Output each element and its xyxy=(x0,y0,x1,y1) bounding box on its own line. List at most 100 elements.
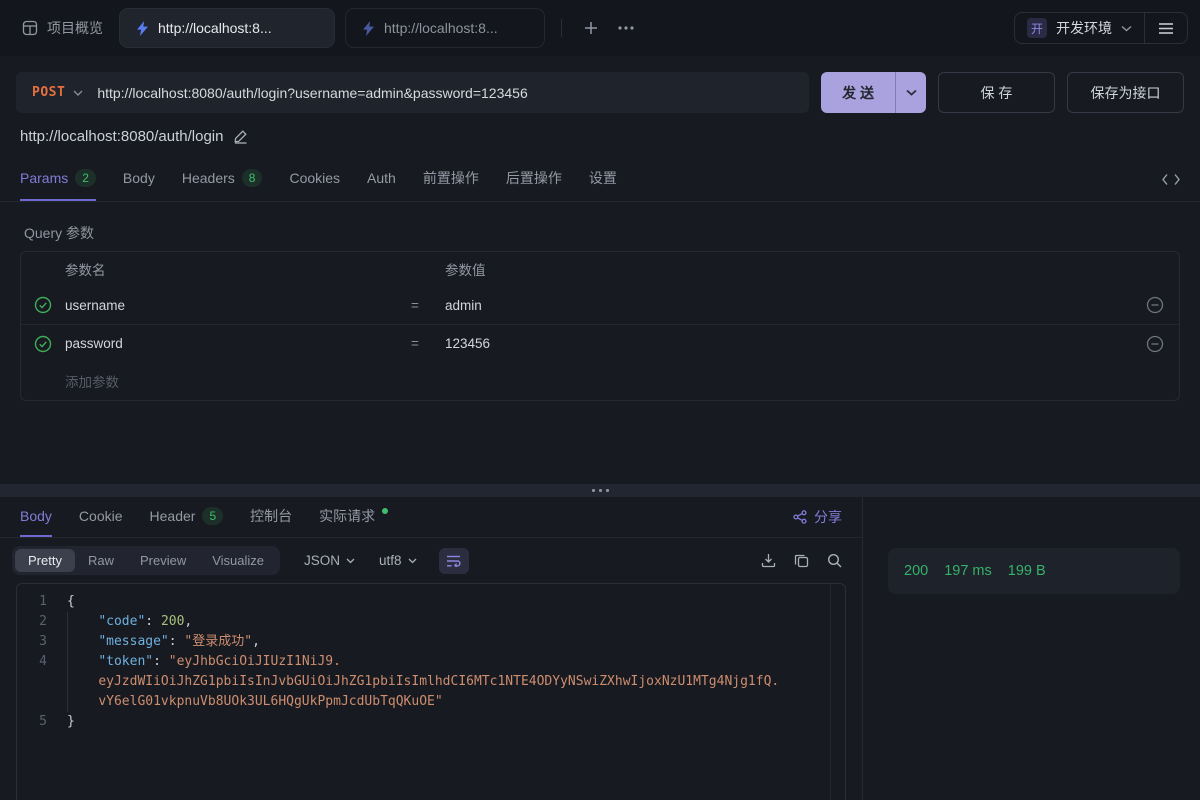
spacer xyxy=(0,401,1200,484)
format-dropdown[interactable]: JSON xyxy=(304,553,355,568)
response-tab-item[interactable]: Header 5 xyxy=(150,497,224,537)
endpoint-row: http://localhost:8080/auth/login xyxy=(20,128,1184,145)
share-button[interactable]: 分享 xyxy=(793,507,842,527)
chevron-down-icon xyxy=(73,90,83,96)
panel-splitter[interactable] xyxy=(0,484,1200,497)
endpoint-url: http://localhost:8080/auth/login xyxy=(20,128,223,145)
response-tab-item[interactable]: 控制台 xyxy=(250,497,292,537)
send-button[interactable]: 发 送 xyxy=(821,72,895,113)
param-value-field[interactable]: 123456 xyxy=(445,336,1131,351)
chevron-down-icon xyxy=(1121,25,1132,32)
response-toolbar: Pretty Raw Preview Visualize JSON utf8 xyxy=(12,546,850,575)
query-params-table: 参数名 参数值 username = admin xyxy=(20,251,1180,401)
request-tab-item[interactable]: Body xyxy=(123,157,155,201)
tab-label: Body xyxy=(20,508,52,524)
project-tab-label: 项目概览 xyxy=(47,18,103,38)
encoding-value: utf8 xyxy=(379,553,402,568)
request-tab-item[interactable]: Params 2 xyxy=(20,157,96,201)
request-tab-item[interactable]: Auth xyxy=(367,157,396,201)
search-icon[interactable] xyxy=(827,553,842,568)
request-tab-item[interactable]: Cookies xyxy=(289,157,340,201)
more-tabs-button[interactable] xyxy=(608,20,644,36)
code-lines: 1{2 "code": 200,3 "message": "登录成功",4 "t… xyxy=(17,592,845,732)
request-tab-item[interactable]: Headers 8 xyxy=(182,157,263,201)
response-tab-item[interactable]: 实际请求 xyxy=(319,497,388,537)
menu-button[interactable] xyxy=(1145,22,1187,34)
send-options-button[interactable] xyxy=(895,72,926,113)
status-dot xyxy=(382,508,388,514)
edit-pencil-icon[interactable] xyxy=(233,129,248,144)
indent-guide xyxy=(67,612,68,712)
chevron-down-icon xyxy=(408,558,417,564)
add-param-row[interactable]: 添加参数 xyxy=(21,362,1179,400)
tab-label: 控制台 xyxy=(250,506,292,526)
app-window: 项目概览 http://localhost:8... http://localh… xyxy=(0,0,1200,800)
response-tools xyxy=(761,553,850,568)
request-tab-item[interactable]: 前置操作 xyxy=(423,157,479,201)
view-mode-switch: Pretty Raw Preview Visualize xyxy=(12,546,280,575)
view-mode-option[interactable]: Preview xyxy=(127,549,199,572)
status-code: 200 xyxy=(904,563,928,579)
param-name-field[interactable]: password xyxy=(65,336,411,351)
check-circle-icon[interactable] xyxy=(34,335,52,353)
table-row: username = admin xyxy=(21,286,1179,324)
request-tab-item[interactable]: 后置操作 xyxy=(506,157,562,201)
plus-icon xyxy=(584,21,598,35)
lightning-icon xyxy=(362,21,375,36)
code-view-icon[interactable] xyxy=(1162,173,1180,186)
tab-count-badge: 2 xyxy=(75,169,96,187)
code-row: 5} xyxy=(17,712,845,732)
response-meta-pane: 200 197 ms 199 B xyxy=(862,497,1200,800)
environment-selector[interactable]: 开 开发环境 xyxy=(1015,18,1144,38)
project-grid-icon xyxy=(22,20,38,36)
wrap-text-button[interactable] xyxy=(439,548,469,574)
request-tab-label: http://localhost:8... xyxy=(158,20,272,36)
response-size: 199 B xyxy=(1008,563,1046,579)
line-number: 5 xyxy=(17,712,47,732)
tab-label: Headers xyxy=(182,170,235,186)
column-header-value: 参数值 xyxy=(445,259,1131,279)
request-tab-1[interactable]: http://localhost:8... xyxy=(119,8,335,48)
request-url-value: http://localhost:8080/auth/login?usernam… xyxy=(97,85,527,101)
project-overview-tab[interactable]: 项目概览 xyxy=(12,18,119,38)
minus-circle-icon[interactable] xyxy=(1146,335,1164,353)
column-header-name: 参数名 xyxy=(65,259,411,279)
add-param-placeholder[interactable]: 添加参数 xyxy=(65,371,411,391)
minus-circle-icon[interactable] xyxy=(1146,296,1164,314)
check-circle-icon[interactable] xyxy=(34,296,52,314)
url-input[interactable]: POST http://localhost:8080/auth/login?us… xyxy=(16,72,809,113)
method-selector[interactable]: POST xyxy=(32,85,83,100)
wrap-text-icon xyxy=(446,555,461,567)
encoding-dropdown[interactable]: utf8 xyxy=(379,553,417,568)
save-as-endpoint-button[interactable]: 保存为接口 xyxy=(1067,72,1184,113)
line-number: 3 xyxy=(17,632,47,652)
code-row: 3 "message": "登录成功", xyxy=(17,632,845,652)
view-mode-option[interactable]: Raw xyxy=(75,549,127,572)
tab-count-badge: 8 xyxy=(242,169,263,187)
request-tab-item[interactable]: 设置 xyxy=(589,157,617,201)
tab-label: Body xyxy=(123,170,155,186)
response-body-editor[interactable]: 1{2 "code": 200,3 "message": "登录成功",4 "t… xyxy=(16,583,846,800)
scrollbar-track[interactable] xyxy=(830,584,831,800)
tab-label: 设置 xyxy=(589,168,617,188)
format-value: JSON xyxy=(304,553,340,568)
request-tab-2[interactable]: http://localhost:8... xyxy=(345,8,545,48)
equals-sign: = xyxy=(411,298,445,313)
view-mode-option[interactable]: Pretty xyxy=(15,549,75,572)
download-icon[interactable] xyxy=(761,553,776,568)
response-tab-item[interactable]: Cookie xyxy=(79,497,123,537)
param-value-field[interactable]: admin xyxy=(445,298,1131,313)
drag-handle-dot xyxy=(606,489,609,492)
new-tab-button[interactable] xyxy=(574,15,608,41)
response-tab-item[interactable]: Body xyxy=(20,497,52,537)
environment-label: 开发环境 xyxy=(1056,18,1112,38)
save-button[interactable]: 保 存 xyxy=(938,72,1055,113)
tab-label: Params xyxy=(20,170,68,186)
chevron-down-icon xyxy=(906,89,917,96)
response-tabs: Body Cookie Header 5 xyxy=(0,497,862,538)
param-name-field[interactable]: username xyxy=(65,298,411,313)
share-label: 分享 xyxy=(814,507,842,527)
view-mode-option[interactable]: Visualize xyxy=(199,549,277,572)
table-row: password = 123456 xyxy=(21,324,1179,362)
copy-icon[interactable] xyxy=(794,553,809,568)
